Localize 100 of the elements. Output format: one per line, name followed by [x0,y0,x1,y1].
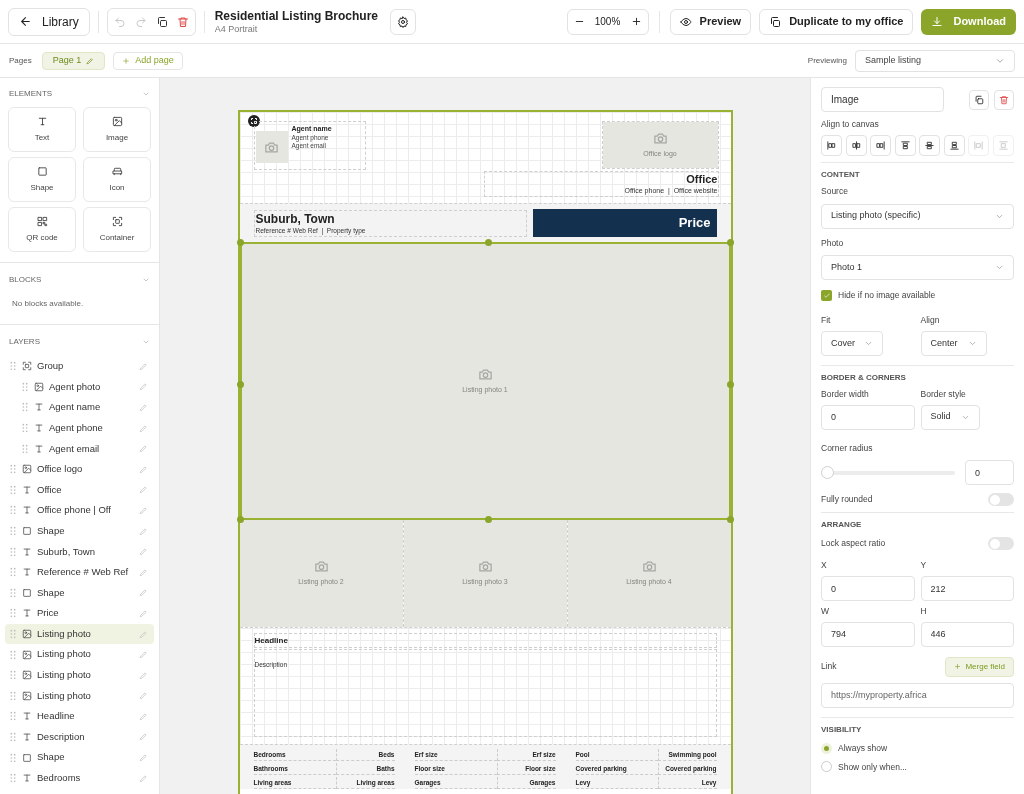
drag-handle-icon[interactable] [9,773,17,784]
layer-row[interactable]: Suburb, Town [5,541,154,562]
align-button[interactable] [870,134,892,156]
input-field[interactable]: 446 [920,621,1014,647]
drag-handle-icon[interactable] [9,670,17,681]
slider[interactable] [821,466,955,480]
layer-row[interactable]: Headline [5,706,154,727]
layer-row[interactable]: Listing photo [5,623,154,645]
drag-handle-icon[interactable] [9,484,17,495]
pencil-icon[interactable] [139,403,148,412]
page-tab[interactable]: Page 1 [41,51,106,70]
preview-button[interactable]: Preview [669,8,752,35]
layer-row[interactable]: Bedrooms [5,767,154,789]
checkbox[interactable] [821,290,832,302]
select-dropdown[interactable]: Cover [821,330,883,356]
chevron-down-icon[interactable] [142,338,150,346]
drag-handle-icon[interactable] [9,464,17,475]
drag-handle-icon[interactable] [9,690,17,701]
radio-button[interactable] [821,742,832,754]
pencil-icon[interactable] [139,382,148,392]
resize-handle[interactable] [236,381,244,388]
align-button[interactable] [919,134,941,156]
trash-icon[interactable] [176,15,189,28]
input-field[interactable]: 212 [920,576,1014,601]
layer-row[interactable]: Agent photo [5,376,154,398]
resize-handle[interactable] [236,239,244,246]
resize-handle[interactable] [485,516,492,523]
drag-handle-icon[interactable] [9,629,17,639]
drag-handle-icon[interactable] [9,361,17,372]
layer-row[interactable]: Office [5,479,154,501]
input-field[interactable]: Image [821,87,944,112]
toggle-switch[interactable] [988,537,1014,551]
redo-icon[interactable] [134,15,147,28]
layer-row[interactable]: Office logo [5,458,154,480]
pencil-icon[interactable] [139,423,148,433]
layer-row[interactable]: Agent name [5,397,154,418]
chevron-down-icon[interactable] [142,276,150,284]
resize-handle[interactable] [726,239,734,246]
drag-handle-icon[interactable] [9,546,17,557]
pencil-icon[interactable] [139,361,148,371]
align-button[interactable] [943,134,965,156]
layer-row[interactable]: Office phone | Off [5,500,154,521]
layer-row[interactable]: Reference # Web Ref [5,561,154,583]
layer-row[interactable]: Group [5,356,154,377]
pencil-icon[interactable] [139,732,148,742]
resize-handle[interactable] [236,516,244,523]
drag-handle-icon[interactable] [9,587,17,598]
resize-handle[interactable] [485,239,492,246]
input-field[interactable]: 0 [821,404,915,430]
drag-handle-icon[interactable] [9,732,17,742]
chevron-down-icon[interactable] [142,90,150,98]
layer-row[interactable]: Shape [5,747,154,768]
layer-row[interactable]: Listing photo [5,644,154,665]
settings-button[interactable] [390,8,417,35]
pencil-icon[interactable] [139,526,148,536]
element-tile[interactable]: QR code [8,207,76,252]
plus-icon[interactable] [630,16,642,27]
input-field[interactable]: 0 [965,460,1014,486]
input-field[interactable]: 0 [821,576,915,601]
duplicate-button[interactable]: Duplicate to my office [759,8,914,35]
element-tile[interactable]: Container [83,207,151,252]
element-tile[interactable]: Shape [8,157,76,202]
delete-button[interactable] [994,89,1014,110]
align-button[interactable] [894,134,916,156]
select-dropdown[interactable]: Center [920,330,987,356]
layer-row[interactable]: Listing photo [5,664,154,686]
drag-handle-icon[interactable] [21,443,29,454]
drag-handle-icon[interactable] [9,711,17,722]
align-button[interactable] [845,134,867,156]
drag-handle-icon[interactable] [21,423,29,434]
drag-handle-icon[interactable] [9,608,17,619]
element-tile[interactable]: Text [8,107,76,152]
duplicate-button[interactable] [969,89,989,110]
layer-row[interactable]: Shape [5,520,154,542]
pencil-icon[interactable] [139,629,148,639]
select-dropdown[interactable]: Photo 1 [821,255,1014,281]
select-dropdown[interactable]: Solid [920,404,980,430]
drag-handle-icon[interactable] [9,526,17,537]
toggle-switch[interactable] [988,493,1014,507]
drag-handle-icon[interactable] [9,505,17,516]
undo-icon[interactable] [113,15,126,28]
link-field[interactable]: https://myproperty.africa [821,682,1014,708]
layer-row[interactable]: Listing photo [5,685,154,707]
drag-handle-icon[interactable] [9,752,17,763]
element-tile[interactable]: Icon [83,157,151,202]
drag-handle-icon[interactable] [21,402,29,413]
library-button[interactable]: Library [8,7,90,36]
layer-row[interactable]: Price [5,603,154,624]
drag-handle-icon[interactable] [9,567,17,578]
copy-icon[interactable] [155,15,168,28]
layer-row[interactable]: Description [5,726,154,748]
layer-row[interactable]: Agent phone [5,417,154,439]
layer-row[interactable]: Agent email [5,438,154,459]
sample-listing-select[interactable]: Sample listing [855,49,1015,72]
layer-row[interactable]: Shape [5,582,154,604]
drag-handle-icon[interactable] [9,649,17,660]
resize-handle[interactable] [726,381,734,388]
input-field[interactable]: 794 [821,621,915,647]
drag-handle-icon[interactable] [21,381,29,392]
select-dropdown[interactable]: Listing photo (specific) [821,203,1014,229]
